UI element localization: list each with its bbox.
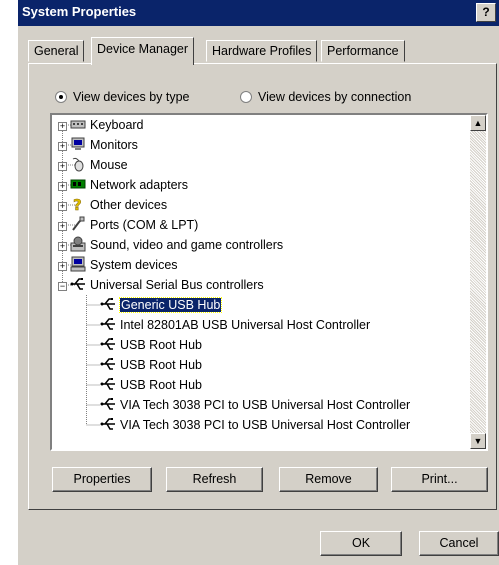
vertical-scrollbar[interactable]: ▲ ▼ [470, 115, 486, 449]
properties-button[interactable]: Properties [52, 467, 152, 492]
tree-item-label: USB Root Hub [120, 358, 202, 372]
remove-button[interactable]: Remove [279, 467, 378, 492]
scroll-down-arrow-icon[interactable]: ▼ [470, 433, 486, 449]
tree-item-label: System devices [90, 258, 178, 272]
collapse-minus-icon[interactable]: − [58, 282, 67, 291]
tree-item-keyboard[interactable]: + Keyboard [58, 115, 144, 135]
usb-icon [100, 418, 115, 430]
tree-item-monitors[interactable]: + Monitors [58, 135, 138, 155]
device-tree-list[interactable]: + Keyboard + Monitors + Mouse + Network adap… [50, 113, 488, 451]
expand-plus-icon[interactable]: + [58, 262, 67, 271]
window-title: System Properties [22, 4, 137, 19]
cancel-button[interactable]: Cancel [419, 531, 499, 556]
tab-hardware-profiles[interactable]: Hardware Profiles [206, 40, 318, 62]
usb-icon [100, 298, 115, 310]
usb-icon [100, 378, 115, 390]
expand-plus-icon[interactable]: + [58, 162, 67, 171]
tree-item-sound-video-game[interactable]: + Sound, video and game controllers [58, 235, 283, 255]
radio-checked-icon[interactable] [55, 91, 67, 103]
tree-item-mouse[interactable]: + Mouse [58, 155, 128, 175]
tree-item-label: Generic USB Hub [118, 297, 223, 313]
usb-icon [100, 358, 115, 370]
usb-child-item[interactable]: Intel 82801AB USB Universal Host Control… [100, 315, 370, 335]
view-by-type-option[interactable]: View devices by type [55, 90, 190, 104]
view-by-connection-label: View devices by connection [258, 90, 412, 104]
usb-child-item[interactable]: USB Root Hub [100, 355, 202, 375]
tree-item-ports[interactable]: + Ports (COM & LPT) [58, 215, 198, 235]
tree-item-other-devices[interactable]: +? Other devices [58, 195, 167, 215]
tree-item-label: Universal Serial Bus controllers [90, 278, 264, 292]
tree-item-label: Other devices [90, 198, 168, 212]
expand-plus-icon[interactable]: + [58, 142, 67, 151]
refresh-button[interactable]: Refresh [166, 467, 263, 492]
radio-unchecked-icon[interactable] [240, 91, 252, 103]
mouse-icon [72, 157, 84, 172]
keyboard-icon [70, 120, 86, 129]
tree-item-system-devices[interactable]: + System devices [58, 255, 178, 275]
tree-item-label: Sound, video and game controllers [90, 238, 284, 252]
tree-item-label: Ports (COM & LPT) [90, 218, 199, 232]
usb-child-item[interactable]: USB Root Hub [100, 375, 202, 395]
monitor-icon [71, 137, 85, 150]
expand-plus-icon[interactable]: + [58, 202, 67, 211]
tab-performance[interactable]: Performance [321, 40, 405, 62]
tree-item-usb-controllers[interactable]: − Universal Serial Bus controllers [58, 275, 264, 295]
network-adapter-icon [70, 179, 86, 189]
expand-plus-icon[interactable]: + [58, 122, 67, 131]
tree-item-label: USB Root Hub [120, 378, 202, 392]
view-by-connection-option[interactable]: View devices by connection [240, 90, 411, 104]
usb-child-item[interactable]: VIA Tech 3038 PCI to USB Universal Host … [100, 395, 410, 415]
scroll-track[interactable] [470, 131, 486, 433]
scroll-up-arrow-icon[interactable]: ▲ [470, 115, 486, 131]
usb-icon [100, 398, 115, 410]
tree-item-label: Monitors [90, 138, 138, 152]
expand-plus-icon[interactable]: + [58, 222, 67, 231]
tree-item-label: Mouse [90, 158, 128, 172]
usb-child-item[interactable]: VIA Tech 3038 PCI to USB Universal Host … [100, 415, 410, 435]
expand-plus-icon[interactable]: + [58, 242, 67, 251]
system-properties-window: System Properties ? General Device Manag… [18, 0, 499, 565]
tree-item-label: VIA Tech 3038 PCI to USB Universal Host … [120, 418, 411, 432]
computer-icon [70, 256, 86, 272]
ok-button[interactable]: OK [320, 531, 402, 556]
tree-item-label: USB Root Hub [120, 338, 202, 352]
svg-text:?: ? [73, 196, 82, 212]
help-button[interactable]: ? [476, 3, 496, 22]
usb-icon [70, 278, 85, 290]
tree-item-label: VIA Tech 3038 PCI to USB Universal Host … [120, 398, 411, 412]
expand-plus-icon[interactable]: + [58, 182, 67, 191]
print-button[interactable]: Print... [391, 467, 488, 492]
tree-item-network-adapters[interactable]: + Network adapters [58, 175, 188, 195]
view-by-type-label: View devices by type [73, 90, 190, 104]
title-bar[interactable]: System Properties ? [18, 0, 499, 26]
tree-item-label: Intel 82801AB USB Universal Host Control… [120, 318, 371, 332]
tab-general[interactable]: General [28, 40, 85, 62]
port-icon [72, 216, 85, 231]
tree-item-label: Keyboard [90, 118, 144, 132]
question-mark-icon: ? [73, 196, 82, 212]
sound-icon [70, 236, 86, 252]
usb-child-item[interactable]: Generic USB Hub [100, 295, 223, 315]
tab-device-manager[interactable]: Device Manager [91, 37, 195, 65]
tree-item-label: Network adapters [90, 178, 188, 192]
usb-child-item[interactable]: USB Root Hub [100, 335, 202, 355]
usb-icon [100, 318, 115, 330]
usb-icon [100, 338, 115, 350]
